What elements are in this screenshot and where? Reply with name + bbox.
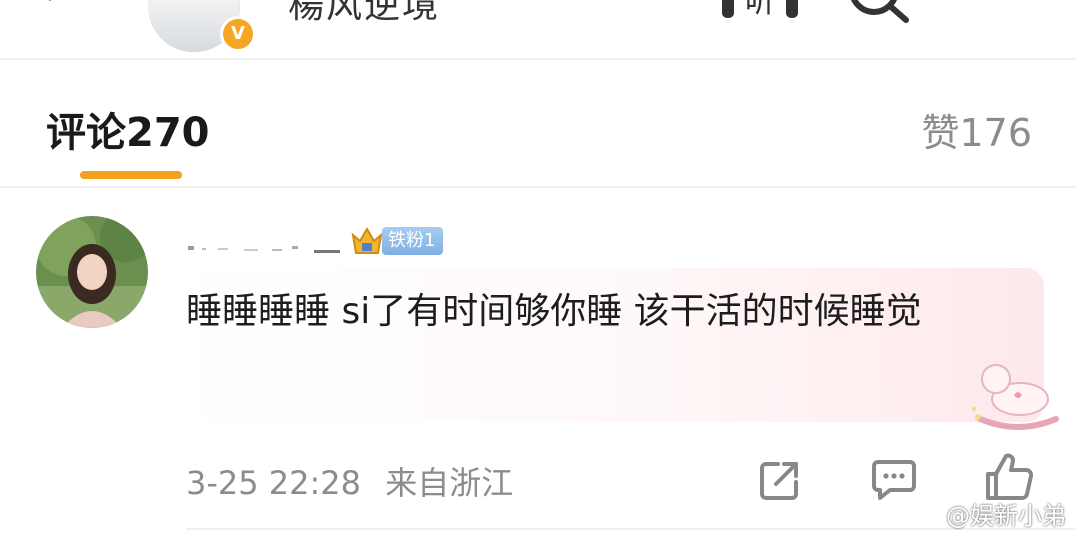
crown-icon <box>351 227 383 254</box>
comment-location: 来自浙江 <box>385 464 514 502</box>
comment-icon[interactable] <box>870 456 918 504</box>
comment-meta: 3-25 22:28 来自浙江 <box>186 458 513 504</box>
search-icon[interactable] <box>846 0 912 24</box>
username-blurred[interactable] <box>188 240 348 254</box>
comment-timestamp: 3-25 22:28 <box>186 464 362 502</box>
comment-text: 睡睡睡睡 si了有时间够你睡 该干活的时候睡觉 <box>186 291 922 332</box>
watermark: @娱新小弟 <box>946 502 1066 530</box>
tab-likes-label: 赞 <box>921 111 960 155</box>
comment-divider <box>186 528 1076 530</box>
tabs-divider <box>0 186 1076 188</box>
svg-text:听: 听 <box>745 0 775 20</box>
fan-level-badge: 铁粉1 <box>350 225 444 257</box>
tab-comments-label: 评论 <box>46 110 126 156</box>
tab-comments[interactable]: 评论270 <box>46 100 210 158</box>
headphones-icon[interactable]: 听 <box>718 0 802 20</box>
verified-badge-icon: V <box>220 16 256 52</box>
tab-likes-count: 176 <box>959 111 1032 155</box>
active-tab-indicator <box>80 171 182 179</box>
thumbs-up-icon[interactable] <box>984 452 1034 502</box>
header-divider <box>0 58 1076 60</box>
fan-badge-label: 铁粉1 <box>382 227 444 255</box>
account-name: 楊风逆境 <box>288 0 441 26</box>
tab-likes[interactable]: 赞176 <box>921 102 1032 157</box>
share-icon[interactable] <box>758 458 802 502</box>
tab-comments-count: 270 <box>126 110 210 156</box>
commenter-avatar[interactable] <box>36 216 148 328</box>
rocking-horse-icon <box>972 364 1059 430</box>
back-arrow-icon[interactable] <box>44 0 74 12</box>
